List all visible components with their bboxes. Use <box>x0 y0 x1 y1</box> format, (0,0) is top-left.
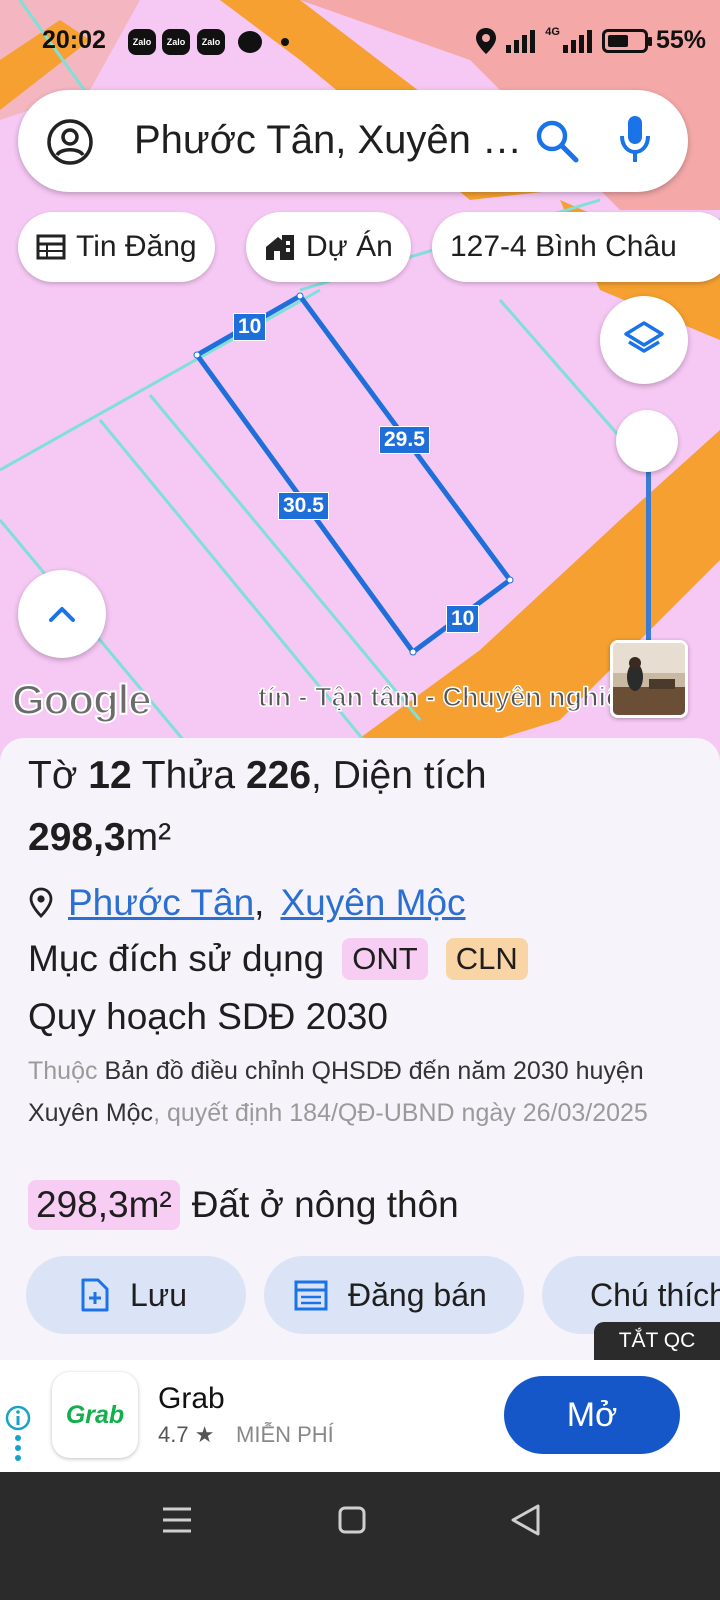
plan-title: Quy hoạch SDĐ 2030 <box>28 996 388 1037</box>
post-sale-button[interactable]: Đăng bán <box>264 1256 524 1334</box>
search-input[interactable]: Phước Tân, Xuyên Mộc <box>134 118 524 163</box>
purpose-badge-cln[interactable]: CLN <box>445 938 528 980</box>
purpose-badge-ont[interactable]: ONT <box>342 938 428 980</box>
area-label: Diện tích <box>332 754 487 797</box>
open-app-button[interactable]: Mở <box>504 1376 680 1454</box>
area-unit: m² <box>125 816 172 859</box>
map-view[interactable]: 10 29.5 30.5 10 20:02 Zalo Zalo Zalo 4G … <box>0 0 720 760</box>
search-bar[interactable]: Phước Tân, Xuyên Mộc <box>18 90 688 192</box>
building-icon <box>266 235 294 260</box>
post-sale-label: Đăng bán <box>348 1276 487 1313</box>
save-label: Lưu <box>130 1276 188 1313</box>
dimension-label-right: 29.5 <box>379 426 430 454</box>
sheet-number: 12 <box>88 754 132 797</box>
area-value: 298,3 <box>28 816 126 859</box>
dimension-label-top: 10 <box>233 313 267 341</box>
plot-number: 226 <box>245 754 312 797</box>
opacity-slider-knob[interactable] <box>616 410 678 472</box>
calendar-icon <box>294 1280 328 1311</box>
signal-icon <box>506 29 536 53</box>
zalo-notification-icon: Zalo <box>162 29 190 55</box>
ad-thumbnail-image <box>613 643 685 715</box>
chip-label: Dự Án <box>306 230 393 263</box>
map-ad-banner-text: tín - Tận tâm - Chuyên nghiệp <box>258 682 610 713</box>
parcel-location: Phước Tân, Xuyên Mộc <box>28 882 466 924</box>
chevron-up-icon <box>49 607 75 622</box>
zoning-result: 298,3m² Đất ở nông thôn <box>28 1180 459 1230</box>
save-doc-icon <box>81 1278 109 1312</box>
zalo-notification-icon: Zalo <box>128 29 156 55</box>
chat-bubble-icon <box>238 31 262 53</box>
plan-description: Thuộc Bản đồ điều chỉnh QHSDĐ đến năm 20… <box>28 1050 668 1134</box>
zoning-type: Đất ở nông thôn <box>191 1184 459 1225</box>
zalo-notification-icon: Zalo <box>197 29 225 55</box>
ad-price: MIỄN PHÍ <box>236 1422 334 1447</box>
plot-label: Thửa <box>141 754 236 797</box>
save-button[interactable]: Lưu <box>26 1256 246 1334</box>
location-comma: , <box>254 882 265 923</box>
plan-desc-suffix: , quyết định 184/QĐ-UBND ngày 26/03/2025 <box>153 1099 648 1127</box>
purpose-label: Mục đích sử dụng <box>28 938 325 979</box>
ward-link[interactable]: Phước Tân <box>68 882 254 924</box>
location-icon <box>476 27 497 54</box>
ad-banner[interactable]: Grab Grab 4.7 ★ MIỄN PHÍ Mở <box>0 1360 720 1472</box>
title-comma: , <box>311 754 322 797</box>
parcel-info-panel: Tờ 12 Thửa 226, Diện tích 298,3m² Phước … <box>0 738 720 1360</box>
land-use-purpose: Mục đích sử dụng ONT CLN <box>28 938 528 980</box>
plan-desc-prefix: Thuộc <box>28 1057 98 1085</box>
ad-thumbnail[interactable] <box>610 640 688 718</box>
expand-up-button[interactable] <box>18 570 106 658</box>
battery-percent: 55% <box>655 26 706 54</box>
ad-rating: 4.7 ★ <box>158 1422 215 1447</box>
parcel-area: 298,3m² <box>28 816 171 860</box>
more-notifications-dot <box>281 38 289 46</box>
layers-icon <box>624 321 664 353</box>
chip-label: Tin Đăng <box>76 230 197 263</box>
sheet-label: Tờ <box>28 754 78 797</box>
account-icon[interactable] <box>46 118 94 166</box>
chip-tin-dang[interactable]: Tin Đăng <box>18 212 215 282</box>
dimension-label-bottom: 10 <box>446 605 480 633</box>
battery-icon <box>601 28 652 53</box>
status-time: 20:02 <box>42 26 106 54</box>
back-icon[interactable] <box>508 1502 542 1538</box>
opacity-slider-track[interactable] <box>646 470 651 640</box>
system-nav-bar <box>0 1472 720 1600</box>
chip-du-an[interactable]: Dự Án <box>246 212 411 282</box>
dimension-label-left: 30.5 <box>278 492 329 520</box>
parcel-title: Tờ 12 Thửa 226, Diện tích <box>28 754 487 798</box>
hide-ads-button[interactable]: TẮT QC <box>594 1322 720 1360</box>
status-bar: 20:02 Zalo Zalo Zalo 4G 55% <box>0 0 720 84</box>
ad-info-icon[interactable] <box>4 1402 32 1466</box>
google-logo: Google <box>11 675 153 724</box>
chip-label: 127-4 Bình Châu <box>450 230 677 263</box>
signal-icon <box>562 29 592 53</box>
district-link[interactable]: Xuyên Mộc <box>280 882 465 924</box>
legend-label: Chú thích <box>590 1276 720 1313</box>
zoning-area-badge: 298,3m² <box>28 1180 180 1230</box>
layers-button[interactable] <box>600 296 688 384</box>
table-icon <box>36 234 66 260</box>
network-type: 4G <box>545 26 560 38</box>
chip-binh-chau[interactable]: 127-4 Bình Châu <box>432 212 720 282</box>
microphone-icon[interactable] <box>618 114 652 166</box>
home-icon[interactable] <box>336 1504 368 1536</box>
search-icon[interactable] <box>534 118 580 164</box>
recent-apps-icon[interactable] <box>160 1504 194 1536</box>
ad-app-name: Grab <box>158 1382 225 1415</box>
location-pin-icon <box>29 887 53 918</box>
grab-app-logo: Grab <box>52 1372 138 1458</box>
